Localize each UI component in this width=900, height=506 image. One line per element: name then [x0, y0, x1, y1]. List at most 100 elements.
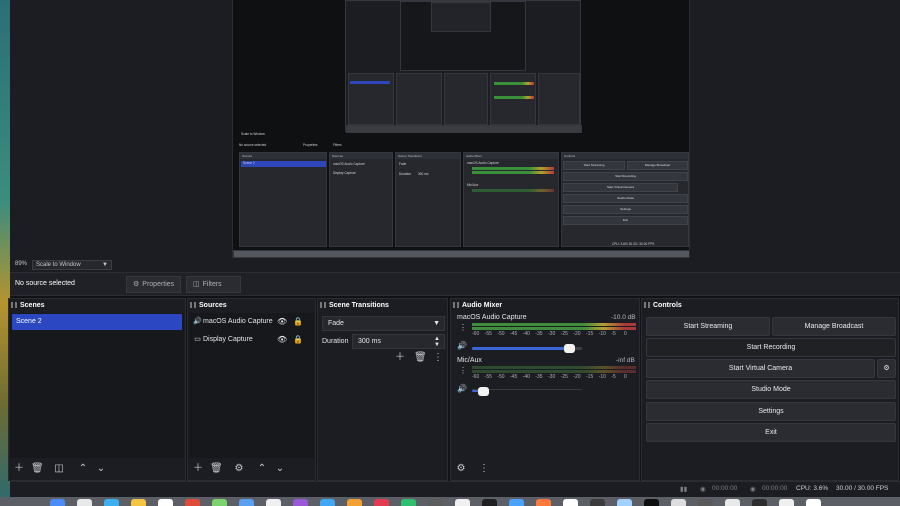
dock-app-icon[interactable]: [374, 499, 389, 506]
add-transition-icon[interactable]: ＋: [394, 352, 406, 364]
mini-sources-title: Sources: [330, 153, 392, 159]
remove-transition-icon[interactable]: 🗑: [414, 352, 427, 364]
dock-app-icon[interactable]: [455, 499, 470, 506]
record-status-icon: ◉: [750, 486, 756, 493]
dock-app-icon[interactable]: [590, 499, 605, 506]
dock-app-icon[interactable]: [104, 499, 119, 506]
start-streaming-button[interactable]: Start Streaming: [646, 317, 770, 336]
dock-app-icon[interactable]: [185, 499, 200, 506]
dock-app-icon[interactable]: [752, 499, 767, 506]
mixer-channel-name: macOS Audio Capture: [457, 314, 527, 321]
source-properties-icon[interactable]: ⚙: [233, 463, 245, 475]
source-item[interactable]: 🔊macOS Audio Capture 👁 🔒: [191, 314, 312, 330]
dock-app-icon[interactable]: [401, 499, 416, 506]
meter-tick-label: -25: [560, 374, 568, 380]
dock-app-icon[interactable]: [293, 499, 308, 506]
start-virtual-camera-button[interactable]: Start Virtual Camera: [646, 359, 875, 378]
mixer-settings-icon[interactable]: ⚙: [455, 463, 467, 475]
meter-tick-label: -20: [573, 331, 581, 337]
move-down-icon[interactable]: ⌄: [274, 463, 286, 475]
remove-scene-icon[interactable]: 🗑: [31, 463, 44, 475]
zoom-mode-select[interactable]: Scale to Window ▼: [32, 260, 112, 270]
start-recording-button[interactable]: Start Recording: [646, 338, 896, 357]
remove-source-icon[interactable]: 🗑: [210, 463, 223, 475]
preview-canvas[interactable]: Scale to Window No source selected Prope…: [232, 0, 690, 258]
speaker-icon[interactable]: 🔊: [457, 341, 467, 350]
obs-window: Scale to Window No source selected Prope…: [0, 0, 900, 506]
dock-app-icon[interactable]: [509, 499, 524, 506]
volume-slider[interactable]: [472, 344, 582, 353]
preview-area[interactable]: Scale to Window No source selected Prope…: [10, 0, 900, 258]
scene-item[interactable]: Scene 2: [12, 314, 182, 330]
dock-app-icon[interactable]: [158, 499, 173, 506]
dock-app-icon[interactable]: [320, 499, 335, 506]
filters-button[interactable]: ◫ Filters: [186, 276, 241, 293]
exit-button[interactable]: Exit: [646, 423, 896, 442]
mini-duration-value: 300 ms: [418, 172, 429, 176]
duration-value: 300 ms: [358, 338, 381, 345]
dock-app-icon[interactable]: [644, 499, 659, 506]
dock-app-icon[interactable]: [266, 499, 281, 506]
meter-ticks: -60 -55 -50 -45 -40 -35 -30 -25 -20 -15 -10 -5 0: [472, 374, 636, 380]
dock-app-icon[interactable]: [806, 499, 821, 506]
dock-app-icon[interactable]: [617, 499, 632, 506]
add-scene-icon[interactable]: ＋: [13, 463, 25, 475]
mini-btn-record: Start Recording: [563, 172, 688, 181]
duration-spinbox[interactable]: 300 ms ▲ ▼: [352, 334, 445, 349]
spin-arrows-icon[interactable]: ▲ ▼: [434, 336, 440, 348]
scenes-list[interactable]: Scene 2: [10, 313, 184, 458]
transition-type-select[interactable]: Fade ▼: [322, 316, 445, 331]
dock-app-icon[interactable]: [725, 499, 740, 506]
meter-tick-label: -50: [497, 374, 505, 380]
dock-app-icon[interactable]: [779, 499, 794, 506]
lock-icon[interactable]: 🔒: [293, 314, 303, 330]
mini-preview-frame: [345, 0, 582, 133]
dock-app-icon[interactable]: [239, 499, 254, 506]
speaker-icon[interactable]: 🔊: [457, 384, 467, 393]
dock-app-icon[interactable]: [347, 499, 362, 506]
scene-filters-icon[interactable]: ◫: [53, 463, 65, 475]
studio-mode-button[interactable]: Studio Mode: [646, 380, 896, 399]
add-source-icon[interactable]: ＋: [192, 463, 204, 475]
mini-inner-highlight: [350, 81, 390, 84]
dock-app-icon[interactable]: [563, 499, 578, 506]
dock-app-icon[interactable]: [131, 499, 146, 506]
dock-app-icon[interactable]: [212, 499, 227, 506]
eye-icon[interactable]: 👁: [277, 314, 287, 330]
volume-handle[interactable]: [564, 344, 576, 353]
dock-app-icon[interactable]: [428, 499, 443, 506]
channel-menu-icon[interactable]: ⋮: [459, 323, 467, 332]
meter-tick-label: -50: [497, 331, 505, 337]
dock-app-icon[interactable]: [482, 499, 497, 506]
scenes-title: Scenes: [9, 299, 185, 312]
channel-menu-icon[interactable]: ⋮: [459, 366, 467, 375]
lock-icon[interactable]: 🔒: [293, 332, 303, 348]
dock-app-icon[interactable]: [698, 499, 713, 506]
manage-broadcast-button[interactable]: Manage Broadcast: [772, 317, 896, 336]
virtual-camera-settings-button[interactable]: ⚙: [877, 359, 896, 378]
mini-inner-frame-2: [431, 2, 491, 32]
more-options-icon[interactable]: ⋮: [432, 352, 444, 364]
dock-app-icon[interactable]: [77, 499, 92, 506]
move-up-icon[interactable]: ⌃: [256, 463, 268, 475]
move-up-icon[interactable]: ⌃: [77, 463, 89, 475]
mini-sources-dock: Sources macOS Audio Capture Display Capt…: [329, 152, 393, 247]
status-bar: ▮▮ ◉ 00:00:00 ◉ 00:00:00 CPU: 3.6% 30.00…: [10, 481, 900, 497]
eye-icon[interactable]: 👁: [277, 332, 287, 348]
dock-app-icon[interactable]: [671, 499, 686, 506]
more-options-icon[interactable]: ⋮: [478, 463, 490, 475]
move-down-icon[interactable]: ⌄: [95, 463, 107, 475]
sources-list[interactable]: 🔊macOS Audio Capture 👁 🔒 ▭ Display Captur…: [189, 313, 314, 458]
dock-app-icon[interactable]: [50, 499, 65, 506]
zoom-percent: 89%: [15, 261, 28, 267]
volume-slider[interactable]: [472, 387, 582, 396]
properties-button[interactable]: ⚙ Properties: [126, 276, 181, 293]
source-item[interactable]: ▭ Display Capture 👁 🔒: [191, 332, 312, 348]
meter-tick-label: -5: [611, 374, 616, 380]
volume-handle[interactable]: [477, 387, 489, 396]
mixer-channel-db: -10.0 dB: [611, 314, 636, 321]
settings-button[interactable]: Settings: [646, 402, 896, 421]
volume-meter: -60 -55 -50 -45 -40 -35 -30 -25 -20 -15 -10 -5 0: [472, 323, 636, 337]
sources-title-text: Sources: [199, 302, 227, 309]
dock-app-icon[interactable]: [536, 499, 551, 506]
